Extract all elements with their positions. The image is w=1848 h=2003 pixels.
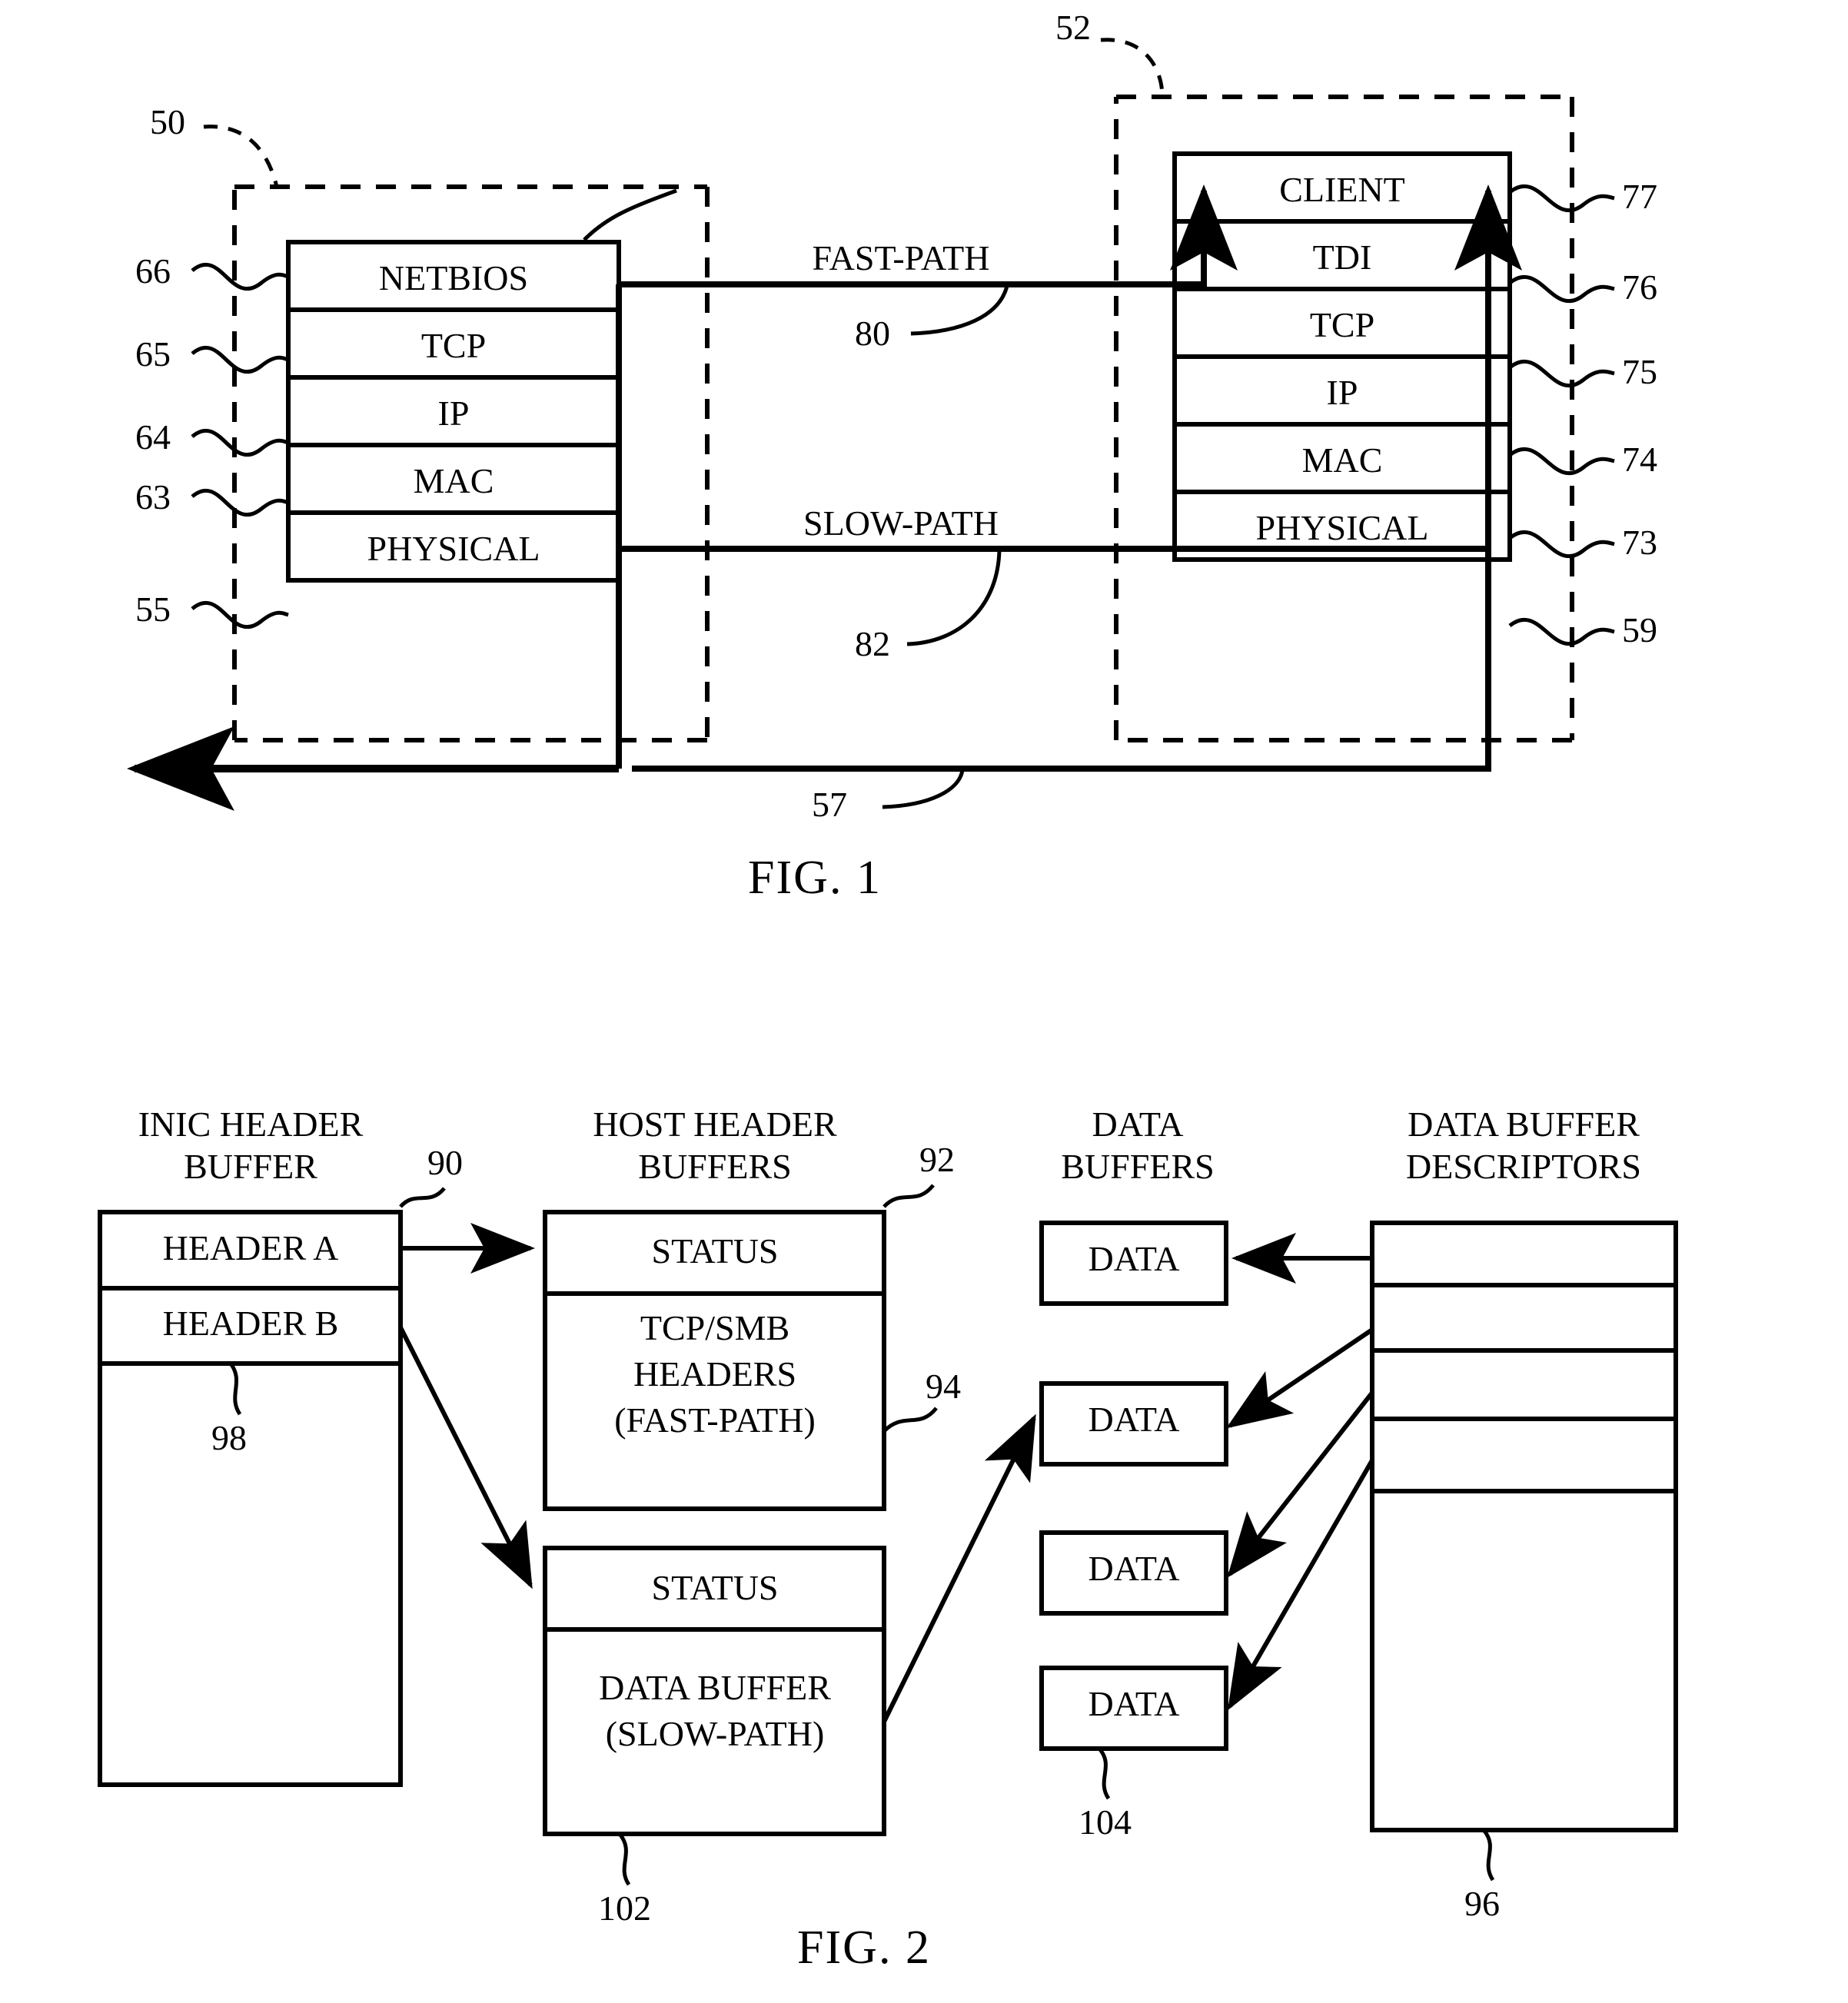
- fig1-layer-tcp: TCP: [420, 326, 487, 365]
- leader-94: [882, 1407, 938, 1433]
- data-buffers-heading-line1: DATA: [1092, 1104, 1184, 1144]
- host-header-buffers-heading-line1: HOST HEADER: [593, 1104, 837, 1144]
- inic-header-buffer-heading-line1: INIC HEADER: [138, 1104, 364, 1144]
- ref-73: 73: [1622, 523, 1657, 562]
- leader-inner-left-stack: [583, 188, 677, 241]
- fig1-layer-mac: MAC: [413, 461, 494, 500]
- ref-74: 74: [1622, 440, 1657, 479]
- ref-55: 55: [135, 590, 171, 629]
- inic-row-header-a: HEADER A: [162, 1228, 339, 1267]
- fastpath-body-line1: TCP/SMB: [640, 1308, 790, 1347]
- host-header-buffers-heading-line2: BUFFERS: [638, 1147, 792, 1186]
- slowpath-body-line2: (SLOW-PATH): [605, 1714, 825, 1753]
- fig1-layer-netbios: NETBIOS: [378, 258, 529, 297]
- fig1-right-layer-client: CLIENT: [1279, 170, 1405, 209]
- leader-57: [882, 769, 965, 809]
- ref-76: 76: [1622, 267, 1657, 307]
- fig1-right-layer-physical: PHYSICAL: [1255, 508, 1429, 547]
- fastpath-body-line2: HEADERS: [633, 1354, 797, 1393]
- patent-drawing-sheet: 66 65 64 63 55 50 57 NETBIOS TCP IP MAC …: [0, 0, 1848, 2003]
- arrow-slowpath-to-data-2: [882, 1413, 1036, 1723]
- leader-82: [906, 550, 1002, 646]
- ref-77: 77: [1622, 177, 1657, 216]
- data-cell-4: DATA: [1088, 1684, 1180, 1723]
- fig1-right-layer-mac: MAC: [1301, 440, 1383, 480]
- data-buffer-descriptors-box: [1370, 1221, 1678, 1832]
- leader-104: [1098, 1747, 1111, 1800]
- drawing-canvas: [98, 38, 1678, 1886]
- ref-104: 104: [1079, 1802, 1132, 1842]
- fig1-right-layer-tcp: TCP: [1309, 305, 1375, 344]
- arrow-descriptor-4-to-data-4: [1227, 1459, 1374, 1711]
- ref-94: 94: [926, 1367, 961, 1406]
- leader-50: [203, 125, 279, 188]
- fig1-right-layer-ip: IP: [1326, 373, 1358, 412]
- fig1-right-stack-boxes: [1172, 151, 1512, 562]
- leader-52: [1100, 38, 1165, 98]
- arrow-descriptor-2-to-data-2: [1226, 1327, 1374, 1429]
- fig1-right-layer-tdi: TDI: [1312, 238, 1372, 277]
- ref-63: 63: [135, 477, 171, 517]
- ref-80: 80: [855, 314, 890, 353]
- data-cell-1: DATA: [1088, 1239, 1180, 1278]
- leader-102: [617, 1832, 631, 1886]
- fig1-return-path: [632, 549, 1491, 772]
- leader-80: [910, 285, 1009, 336]
- inic-row-header-b: HEADER B: [162, 1304, 339, 1343]
- figure-2-caption: FIG. 2: [797, 1922, 931, 1974]
- figure-1-caption: FIG. 1: [748, 852, 882, 904]
- data-cell-3: DATA: [1088, 1549, 1180, 1588]
- fast-path-label: FAST-PATH: [812, 238, 990, 277]
- arrow-header-b-to-slowpath: [398, 1326, 533, 1589]
- data-buffer-descriptors-heading-line2: DESCRIPTORS: [1406, 1147, 1641, 1186]
- ref-82: 82: [855, 624, 890, 663]
- fig1-layer-physical: PHYSICAL: [367, 529, 540, 568]
- ref-50: 50: [150, 102, 185, 141]
- ref-102: 102: [598, 1888, 651, 1928]
- slowpath-status-label: STATUS: [651, 1568, 779, 1607]
- ref-90: 90: [427, 1143, 463, 1182]
- fig1-layer-ip: IP: [437, 394, 470, 433]
- data-buffer-boxes: [1039, 1221, 1228, 1751]
- data-cell-2: DATA: [1088, 1400, 1180, 1439]
- fastpath-body-line3: (FAST-PATH): [614, 1400, 816, 1440]
- ref-96: 96: [1464, 1884, 1500, 1923]
- ref-92: 92: [919, 1140, 955, 1179]
- fig1-right-leaders: [1508, 184, 1615, 646]
- figure-2-group: [98, 1184, 1678, 1886]
- ref-98: 98: [211, 1418, 247, 1457]
- fastpath-status-label: STATUS: [651, 1231, 779, 1271]
- inic-header-buffer-heading-line2: BUFFER: [184, 1147, 317, 1186]
- ref-65: 65: [135, 334, 171, 374]
- ref-59: 59: [1622, 610, 1657, 649]
- figure-1-group: [127, 38, 1615, 811]
- leader-92: [882, 1184, 935, 1208]
- slowpath-body-line1: DATA BUFFER: [599, 1668, 831, 1707]
- fig1-left-leaders: [191, 262, 289, 629]
- arrow-descriptor-3-to-data-3: [1227, 1391, 1374, 1578]
- data-buffer-descriptors-heading-line1: DATA BUFFER: [1408, 1104, 1640, 1144]
- ref-75: 75: [1622, 352, 1657, 391]
- data-buffers-heading-line2: BUFFERS: [1061, 1147, 1215, 1186]
- leader-90: [399, 1187, 446, 1208]
- ref-64: 64: [135, 417, 171, 457]
- ref-52: 52: [1055, 8, 1091, 47]
- leader-98: [228, 1362, 242, 1416]
- ref-57: 57: [812, 785, 847, 824]
- leader-96: [1482, 1829, 1495, 1882]
- inic-header-buffer-box: [98, 1210, 403, 1787]
- slow-path-label: SLOW-PATH: [803, 503, 999, 543]
- ref-66: 66: [135, 251, 171, 291]
